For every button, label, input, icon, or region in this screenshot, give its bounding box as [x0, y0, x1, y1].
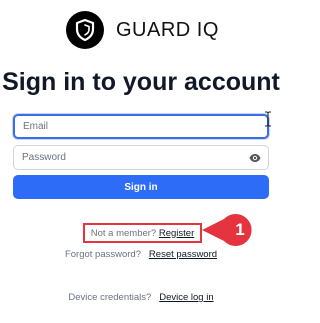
- register-link[interactable]: Register: [159, 228, 194, 239]
- text-cursor-icon: [265, 111, 271, 127]
- email-field[interactable]: [15, 116, 267, 137]
- password-field[interactable]: [14, 146, 268, 169]
- email-field-wrapper: [13, 114, 269, 139]
- eye-icon[interactable]: [249, 152, 261, 164]
- shield-icon: [66, 11, 104, 49]
- reset-password-link[interactable]: Reset password: [149, 249, 217, 260]
- device-prompt: Device credentials?: [68, 292, 152, 303]
- brand-name: GUARD IQ: [116, 18, 219, 41]
- page-title: Sign in to your account: [2, 68, 280, 96]
- device-login-link[interactable]: Device log in: [159, 292, 213, 303]
- forgot-prompt: Forgot password?: [64, 249, 141, 260]
- forgot-password-row: Forgot password? Reset password: [0, 249, 282, 260]
- brand-header: GUARD IQ: [66, 10, 219, 50]
- password-field-wrapper: [13, 145, 269, 170]
- register-prompt: Not a member?: [90, 227, 157, 239]
- sign-in-button[interactable]: Sign in: [13, 175, 269, 199]
- device-login-row: Device credentials? Device log in: [0, 292, 282, 303]
- register-highlight-box: Not a member? Register: [83, 223, 202, 243]
- step-marker-number: 1: [235, 220, 245, 239]
